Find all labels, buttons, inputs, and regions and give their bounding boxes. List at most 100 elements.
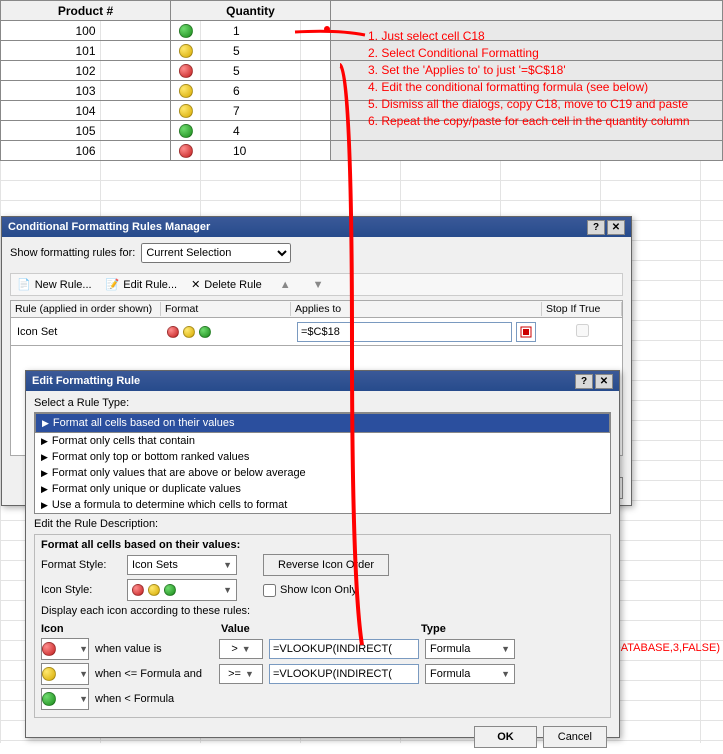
cell-product[interactable]: 101 <box>1 41 171 61</box>
qty-value: 5 <box>233 44 240 58</box>
cell-product[interactable]: 106 <box>1 141 171 161</box>
delete-rule-button[interactable]: ✕Delete Rule <box>191 278 262 291</box>
close-icon[interactable]: ✕ <box>607 220 625 235</box>
qty-value: 6 <box>233 84 240 98</box>
reverse-order-button[interactable]: Reverse Icon Order <box>263 554 389 576</box>
cell-qty[interactable]: 5 <box>171 61 331 81</box>
format-style-label: Format Style: <box>41 559 121 571</box>
rule-type-option[interactable]: ▶Format all cells based on their values <box>35 413 610 433</box>
yellow-icon <box>148 584 160 596</box>
cell-qty[interactable]: 5 <box>171 41 331 61</box>
col-applies: Applies to <box>291 302 542 316</box>
rules-list-header: Rule (applied in order shown) Format App… <box>10 300 623 318</box>
edit-rule-button[interactable]: 📝Edit Rule... <box>106 278 178 291</box>
icon-picker[interactable]: ▼ <box>41 688 89 710</box>
dialog-title: Edit Formatting Rule <box>32 375 140 387</box>
operator-select[interactable]: >=▼ <box>219 664 263 684</box>
qty-value: 4 <box>233 124 240 138</box>
cell-qty[interactable]: 6 <box>171 81 331 101</box>
rule-type-option[interactable]: ▶Use a formula to determine which cells … <box>35 497 610 513</box>
green-icon <box>42 692 56 706</box>
rules-toolbar: 📄New Rule... 📝Edit Rule... ✕Delete Rule … <box>10 273 623 296</box>
format-style-select[interactable]: Icon Sets▼ <box>127 555 237 575</box>
icon-style-label: Icon Style: <box>41 584 121 596</box>
header-empty[interactable] <box>331 1 723 21</box>
ok-button[interactable]: OK <box>474 726 537 748</box>
status-icon <box>179 144 193 158</box>
show-rules-select[interactable]: Current Selection <box>141 243 291 263</box>
new-rule-icon: 📄 <box>17 278 31 291</box>
rule-type-option[interactable]: ▶Format only cells that contain <box>35 433 610 449</box>
table-row[interactable]: 10610 <box>1 141 723 161</box>
status-icon <box>179 64 193 78</box>
cell-qty[interactable]: 4 <box>171 121 331 141</box>
header-product[interactable]: Product # <box>1 1 171 21</box>
status-icon <box>179 24 193 38</box>
move-up-icon[interactable]: ▲ <box>276 279 295 291</box>
format-heading: Format all cells based on their values: <box>41 539 604 551</box>
icon-rules-header: Icon Value Type <box>41 623 604 635</box>
rule-description-group: Format all cells based on their values: … <box>34 534 611 718</box>
status-icon <box>179 104 193 118</box>
red-icon <box>42 642 56 656</box>
range-picker-icon[interactable] <box>516 322 536 342</box>
cell-qty[interactable]: 10 <box>171 141 331 161</box>
rule-type-list[interactable]: ▶Format all cells based on their values … <box>34 412 611 514</box>
chevron-down-icon: ▼ <box>242 644 251 654</box>
icon-rule-row: ▼ when <= Formula and >=▼ Formula▼ <box>41 663 604 685</box>
help-icon[interactable]: ? <box>587 220 605 235</box>
condition-text: when value is <box>95 643 213 655</box>
col-stop: Stop If True <box>542 302 622 316</box>
rule-name: Icon Set <box>11 324 161 340</box>
cancel-button[interactable]: Cancel <box>543 726 607 748</box>
applies-to-input[interactable] <box>297 322 512 342</box>
chevron-down-icon: ▼ <box>79 694 88 704</box>
delete-icon: ✕ <box>191 278 200 291</box>
cell-product[interactable]: 102 <box>1 61 171 81</box>
dialog-titlebar[interactable]: Edit Formatting Rule ? ✕ <box>26 371 619 391</box>
edit-rule-icon: 📝 <box>106 278 120 291</box>
icon-rule-row: ▼ when value is >▼ Formula▼ <box>41 638 604 660</box>
operator-select[interactable]: >▼ <box>219 639 263 659</box>
col-rule: Rule (applied in order shown) <box>11 302 161 316</box>
display-rules-label: Display each icon according to these rul… <box>41 605 604 617</box>
rule-type-option[interactable]: ▶Format only values that are above or be… <box>35 465 610 481</box>
yellow-icon <box>42 667 56 681</box>
value-input[interactable] <box>269 664 419 684</box>
rule-type-option[interactable]: ▶Format only top or bottom ranked values <box>35 449 610 465</box>
help-icon[interactable]: ? <box>575 374 593 389</box>
new-rule-button[interactable]: 📄New Rule... <box>17 278 92 291</box>
type-select[interactable]: Formula▼ <box>425 664 515 684</box>
move-down-icon[interactable]: ▼ <box>309 279 328 291</box>
rule-format-preview <box>161 324 291 340</box>
close-icon[interactable]: ✕ <box>595 374 613 389</box>
green-icon <box>164 584 176 596</box>
icon-picker[interactable]: ▼ <box>41 663 89 685</box>
show-icon-only-checkbox[interactable] <box>263 584 276 597</box>
chevron-down-icon: ▼ <box>501 644 510 654</box>
cell-product[interactable]: 103 <box>1 81 171 101</box>
header-quantity[interactable]: Quantity <box>171 1 331 21</box>
icon-style-select[interactable]: ▼ <box>127 579 237 601</box>
status-icon <box>179 84 193 98</box>
value-input[interactable] <box>269 639 419 659</box>
qty-value: 1 <box>233 24 240 38</box>
cell-product[interactable]: 100 <box>1 21 171 41</box>
yellow-icon <box>183 326 195 338</box>
rule-row[interactable]: Icon Set <box>10 318 623 346</box>
dialog-titlebar[interactable]: Conditional Formatting Rules Manager ? ✕ <box>2 217 631 237</box>
cell-empty[interactable] <box>331 141 723 161</box>
cell-qty[interactable]: 7 <box>171 101 331 121</box>
show-rules-label: Show formatting rules for: <box>10 247 135 259</box>
annotation-steps: 1. Just select cell C18 2. Select Condit… <box>368 28 690 130</box>
cell-product[interactable]: 104 <box>1 101 171 121</box>
icon-picker[interactable]: ▼ <box>41 638 89 660</box>
qty-value: 5 <box>233 64 240 78</box>
cell-qty[interactable]: 1 <box>171 21 331 41</box>
cell-product[interactable]: 105 <box>1 121 171 141</box>
chevron-down-icon: ▼ <box>79 644 88 654</box>
type-select[interactable]: Formula▼ <box>425 639 515 659</box>
green-icon <box>199 326 211 338</box>
chevron-down-icon: ▼ <box>79 669 88 679</box>
rule-type-option[interactable]: ▶Format only unique or duplicate values <box>35 481 610 497</box>
